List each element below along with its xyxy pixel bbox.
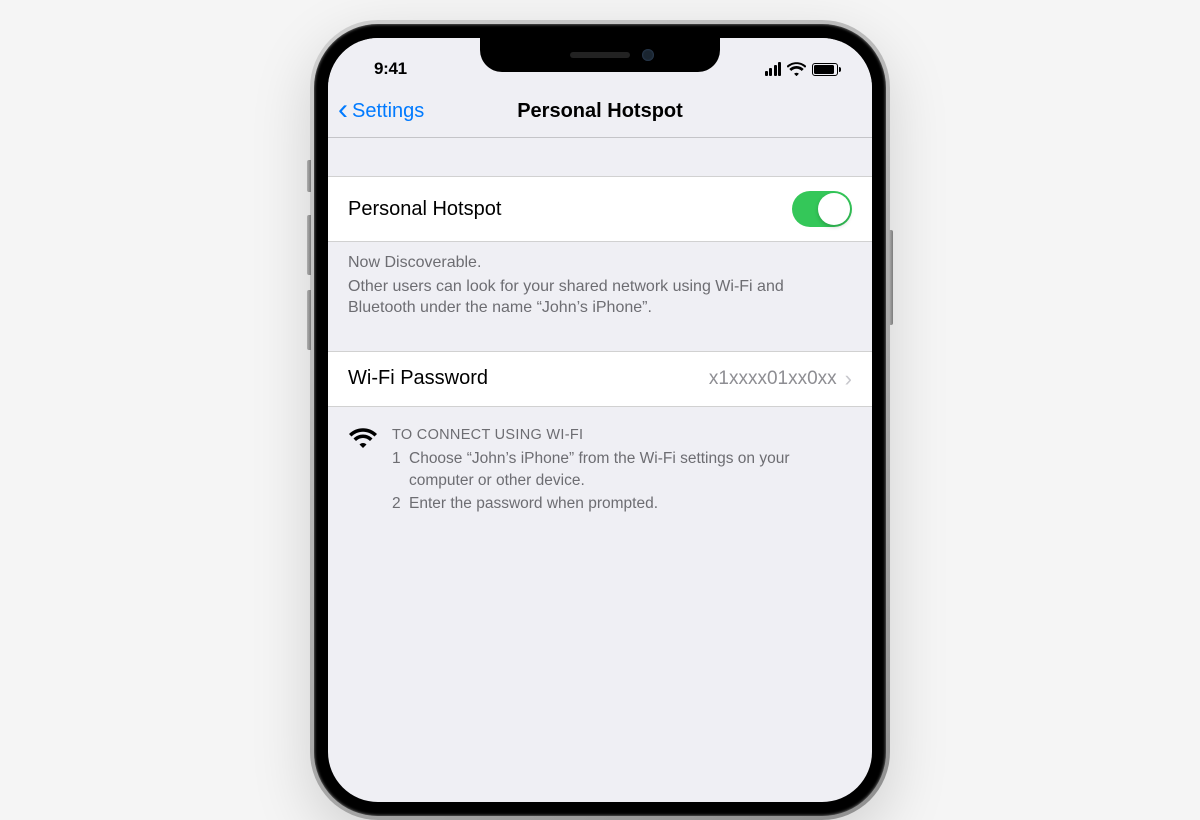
wifi-password-cell[interactable]: Wi-Fi Password x1xxxx01xx0xx ›	[328, 351, 872, 407]
instructions-wifi-title: TO CONNECT USING WI-FI	[392, 425, 852, 445]
hotspot-label: Personal Hotspot	[348, 198, 501, 221]
chevron-left-icon: ‹	[338, 95, 348, 125]
hotspot-toggle-switch[interactable]	[792, 191, 852, 227]
instructions-wifi: TO CONNECT USING WI-FI 1 Choose “John’s …	[328, 407, 872, 517]
notch	[480, 38, 720, 72]
phone-device: 9:41 ‹ Settings Personal Ho	[310, 20, 890, 820]
nav-bar: ‹ Settings Personal Hotspot	[328, 86, 872, 138]
status-time: 9:41	[356, 59, 407, 79]
wifi-password-value: x1xxxx01xx0xx	[709, 368, 837, 390]
cellular-icon	[765, 62, 782, 76]
nav-title: Personal Hotspot	[517, 100, 683, 123]
chevron-right-icon: ›	[845, 366, 852, 392]
back-button[interactable]: ‹ Settings	[338, 98, 424, 125]
back-label: Settings	[352, 100, 424, 123]
discoverable-footer: Now Discoverable. Other users can look f…	[328, 242, 872, 319]
wifi-icon	[787, 62, 806, 76]
phone-screen: 9:41 ‹ Settings Personal Ho	[328, 38, 872, 802]
hotspot-toggle-cell[interactable]: Personal Hotspot	[328, 176, 872, 242]
instructions-wifi-step-1: 1 Choose “John’s iPhone” from the Wi-Fi …	[392, 448, 852, 491]
battery-icon	[812, 63, 838, 76]
wifi-icon	[348, 425, 378, 449]
wifi-password-label: Wi-Fi Password	[348, 367, 488, 390]
instructions-wifi-step-2: 2 Enter the password when prompted.	[392, 493, 852, 515]
